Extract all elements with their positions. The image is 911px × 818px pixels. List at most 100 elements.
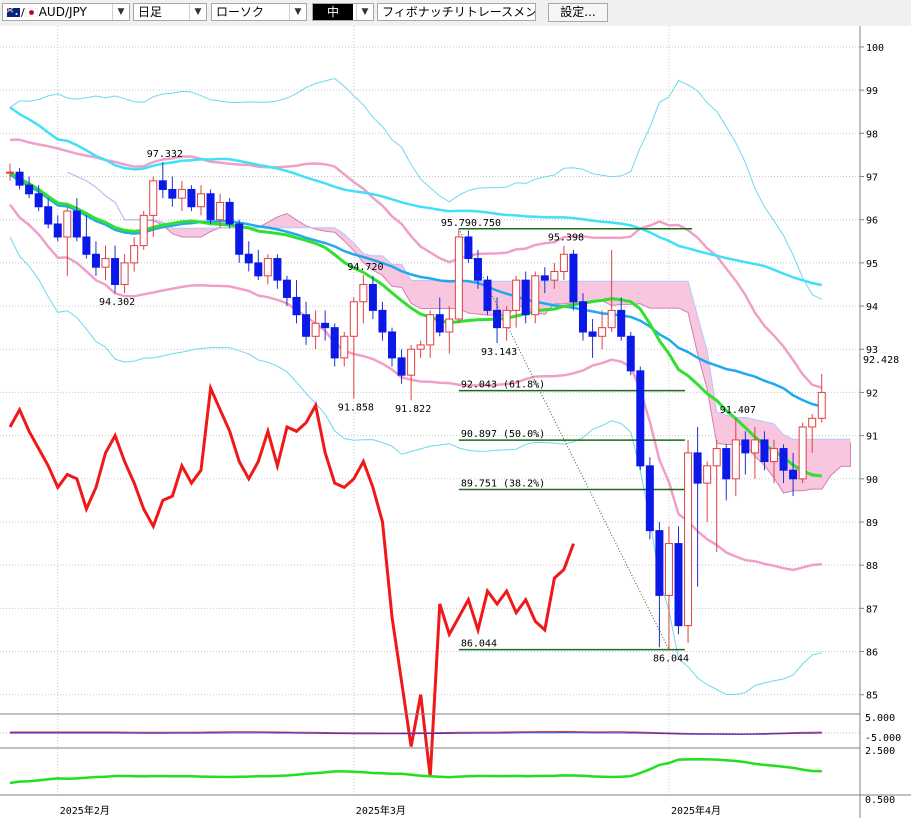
price-label: 97.332 [147, 149, 183, 160]
candle-body [139, 214, 148, 247]
y-tick-label: 91 [866, 432, 878, 443]
candle-body [302, 314, 311, 337]
candle-body [712, 448, 721, 467]
indicator-axis-label: 5.000 [865, 713, 895, 724]
candle-body [636, 370, 645, 467]
candle-body [321, 322, 330, 329]
candle-body [493, 309, 502, 329]
candle-body [168, 188, 177, 199]
toolbar: / AUD/JPY ▼ 日足 ▼ ローソク ▼ 中 ▼ フィボナッチリトレースメン… [0, 0, 911, 27]
y-tick-label: 87 [866, 604, 878, 615]
candle-body [63, 210, 72, 238]
timeframe-select[interactable]: 日足 ▼ [133, 3, 207, 21]
chevron-down-icon: ▼ [189, 4, 206, 20]
candle-body [607, 309, 616, 329]
candle-body [15, 171, 24, 186]
candle-body [25, 184, 34, 195]
indicator-axis-label: -5.000 [865, 733, 901, 744]
price-label: 86.044 [653, 654, 689, 665]
candle-body [789, 469, 798, 480]
candle-body [531, 275, 540, 316]
candle-body [244, 253, 253, 264]
candle-body [741, 439, 750, 454]
current-price-label: 92.428 [863, 355, 899, 366]
candle-body [158, 180, 167, 190]
indicator-axis-label: 0.500 [865, 795, 895, 806]
candle-body [598, 327, 607, 337]
size-select[interactable]: 中 ▼ [312, 3, 374, 21]
candle-body [464, 236, 473, 260]
australia-flag-icon [7, 8, 20, 17]
candle-body [579, 301, 587, 333]
price-label: 95.398 [548, 233, 584, 244]
candle-body [254, 262, 263, 277]
candle-body [120, 262, 129, 285]
candle-body [779, 448, 788, 471]
candle-body [703, 465, 712, 484]
candle-body [225, 201, 234, 225]
candle-body [407, 348, 416, 376]
candle-body [750, 439, 759, 454]
symbol-select[interactable]: / AUD/JPY ▼ [2, 3, 130, 21]
candle-body [645, 465, 654, 532]
candle-body [340, 335, 349, 359]
candle-body [34, 193, 43, 208]
price-label: 93.143 [481, 347, 517, 358]
settings-button[interactable]: 設定... [548, 3, 608, 22]
candle-body [177, 188, 186, 199]
y-tick-label: 88 [866, 561, 878, 572]
y-tick-label: 100 [866, 43, 884, 54]
candle-body [397, 357, 406, 376]
candle-body [521, 279, 530, 316]
size-label: 中 [313, 4, 354, 20]
candle-body [722, 448, 731, 480]
candle-body [512, 279, 521, 311]
y-tick-label: 97 [866, 173, 878, 184]
drawing-tool-field[interactable]: フィボナッチリトレースメント [377, 3, 536, 21]
candle-body [197, 193, 205, 208]
y-tick-label: 98 [866, 129, 878, 140]
candle-body [483, 279, 492, 311]
y-tick-label: 99 [866, 86, 878, 97]
candle-body [426, 314, 435, 346]
chevron-down-icon: ▼ [356, 4, 373, 20]
candle-body [82, 236, 91, 255]
y-tick-label: 86 [866, 648, 878, 659]
y-tick-label: 92 [866, 388, 878, 399]
candle-body [111, 258, 120, 285]
chevron-down-icon: ▼ [289, 4, 306, 20]
japan-flag-icon [24, 8, 38, 17]
chart-style-label: ローソク [216, 5, 265, 19]
candle-body [540, 275, 549, 281]
price-label: 94.302 [99, 297, 135, 308]
candle-body [282, 279, 291, 298]
candle-body [235, 223, 244, 255]
candle-body [731, 439, 740, 480]
candle-body [330, 327, 339, 359]
symbol-label: AUD/JPY [38, 5, 87, 19]
candle-body [206, 193, 215, 221]
candle-body [550, 271, 559, 281]
candle-body [473, 258, 482, 281]
candle-body [559, 253, 568, 273]
price-label: 94.720 [347, 262, 383, 273]
candle-body [6, 171, 14, 174]
timeframe-label: 日足 [138, 5, 163, 19]
candle-body [53, 223, 62, 238]
candle-body [445, 318, 454, 333]
y-tick-label: 90 [866, 475, 878, 486]
y-tick-label: 89 [866, 518, 878, 529]
candle-body [378, 309, 387, 333]
candle-body [187, 188, 196, 208]
candle-body [817, 391, 826, 419]
price-label: 91.858 [338, 403, 374, 414]
price-chart[interactable]: 95.790.750 92.043 (61.8%) 90.897 (50.0%) 89… [0, 26, 911, 818]
candle-body [798, 426, 807, 480]
fibonacci-level-label: 90.897 (50.0%) [461, 429, 545, 440]
candle-body [617, 309, 626, 337]
candle-body [416, 344, 425, 350]
fibonacci-level-label: 86.044 [461, 639, 497, 650]
chart-style-select[interactable]: ローソク ▼ [211, 3, 307, 21]
candle-body [101, 258, 110, 268]
x-tick-label: 2025年2月 [60, 804, 110, 817]
